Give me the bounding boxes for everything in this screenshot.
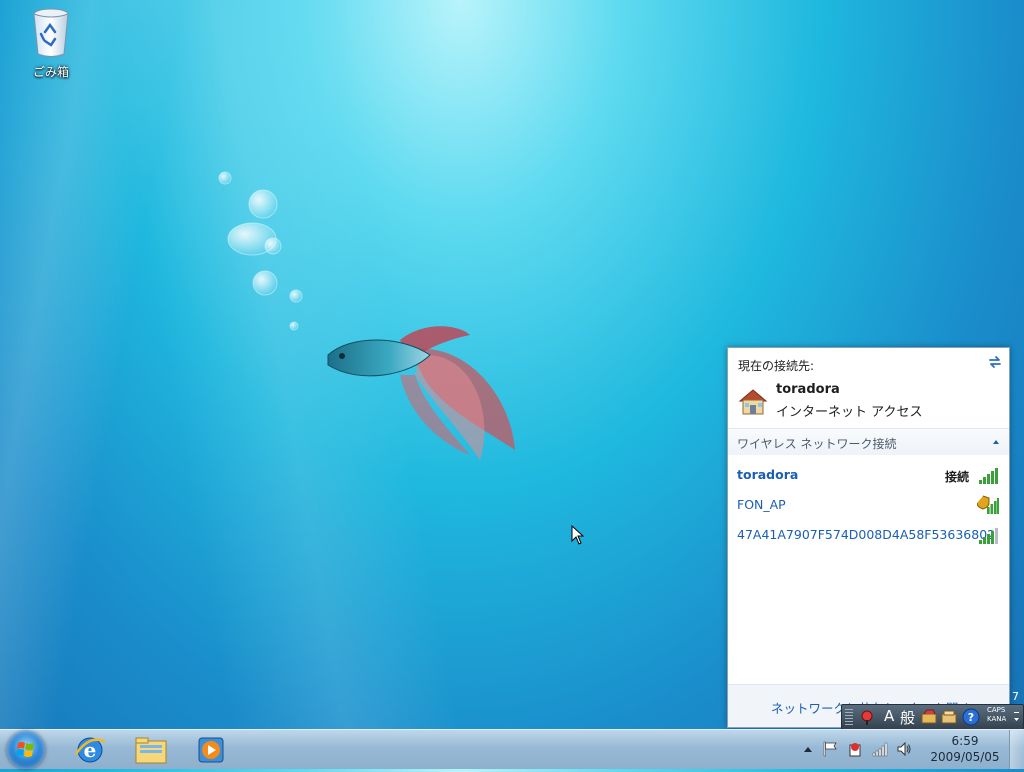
caps-label: CAPS xyxy=(987,706,1006,714)
wireless-network-icon[interactable] xyxy=(872,741,888,757)
signal-strength-icon xyxy=(979,528,998,544)
windows-explorer-icon xyxy=(135,737,167,764)
refresh-icon[interactable] xyxy=(987,354,1003,370)
kana-label: KANA xyxy=(987,715,1007,723)
ime-pad-icon[interactable] xyxy=(858,708,876,726)
show-hidden-icons-icon[interactable] xyxy=(800,742,816,758)
current-network-name: toradora xyxy=(776,382,840,397)
clock-time: 6:59 xyxy=(951,734,979,748)
caps-kana-indicator: CAPS KANA xyxy=(987,706,1006,724)
connection-state: 接続 xyxy=(944,470,969,484)
taskbar-clock[interactable]: 6:59 2009/05/05 xyxy=(930,733,1000,765)
svg-text:?: ? xyxy=(968,711,974,724)
clock-date: 2009/05/05 xyxy=(930,750,1000,764)
help-icon[interactable]: ? xyxy=(962,708,980,726)
conversion-mode-indicator[interactable]: 般 xyxy=(900,707,915,728)
windows-logo-icon xyxy=(16,742,34,757)
signal-strength-icon xyxy=(979,468,998,484)
recycle-bin-icon xyxy=(33,8,69,57)
chevron-up-icon[interactable] xyxy=(991,437,1001,447)
toolbox-icon[interactable] xyxy=(940,708,958,726)
show-desktop-button[interactable] xyxy=(1009,730,1024,769)
language-bar: A 般 ? CAPS KANA xyxy=(841,704,1024,730)
media-player-icon xyxy=(198,737,224,763)
desktop-icon-label: ごみ箱 xyxy=(32,65,69,79)
network-item-toradora[interactable]: toradora 接続 xyxy=(728,462,1009,488)
volume-icon[interactable] xyxy=(896,741,912,757)
taskbar: e 6:59 2009/05/05 xyxy=(0,729,1024,769)
taskbar-media-player[interactable] xyxy=(184,732,238,768)
taskbar-windows-explorer[interactable] xyxy=(124,732,178,768)
mouse-cursor xyxy=(571,525,585,545)
network-name: FON_AP xyxy=(737,497,786,512)
home-network-icon xyxy=(738,389,768,415)
wireless-section-header[interactable]: ワイヤレス ネットワーク接続 xyxy=(728,429,1009,455)
current-network-status: インターネット アクセス xyxy=(776,405,923,420)
security-alert-icon[interactable] xyxy=(847,741,863,757)
network-item-hidden-ssid[interactable]: 47A41A7907F574D008D4A58F53636802 xyxy=(728,522,1009,548)
network-item-fon-ap[interactable]: FON_AP xyxy=(728,492,1009,518)
secured-signal-icon xyxy=(977,495,999,514)
language-bar-badge: 7 xyxy=(1012,690,1019,703)
dictionary-tool-icon[interactable] xyxy=(920,708,938,726)
input-mode-indicator[interactable]: A xyxy=(884,707,894,725)
network-name: toradora xyxy=(737,467,799,482)
language-bar-options-icon[interactable] xyxy=(1013,709,1020,725)
current-connection-heading: 現在の接続先: xyxy=(738,359,815,373)
start-button[interactable] xyxy=(7,731,45,769)
internet-explorer-icon: e xyxy=(74,737,106,763)
taskbar-internet-explorer[interactable]: e xyxy=(63,732,117,768)
betta-fish-wallpaper xyxy=(218,171,515,460)
action-center-flag-icon[interactable] xyxy=(822,741,838,757)
wireless-section-label: ワイヤレス ネットワーク接続 xyxy=(737,437,897,451)
drag-handle[interactable] xyxy=(845,709,853,725)
network-name: 47A41A7907F574D008D4A58F53636802 xyxy=(737,527,996,542)
network-connections-popup: 現在の接続先: toradora インターネット アクセス ワイヤレス ネットワ… xyxy=(727,347,1010,728)
desktop-icon-recycle-bin[interactable]: ごみ箱 xyxy=(22,6,80,80)
